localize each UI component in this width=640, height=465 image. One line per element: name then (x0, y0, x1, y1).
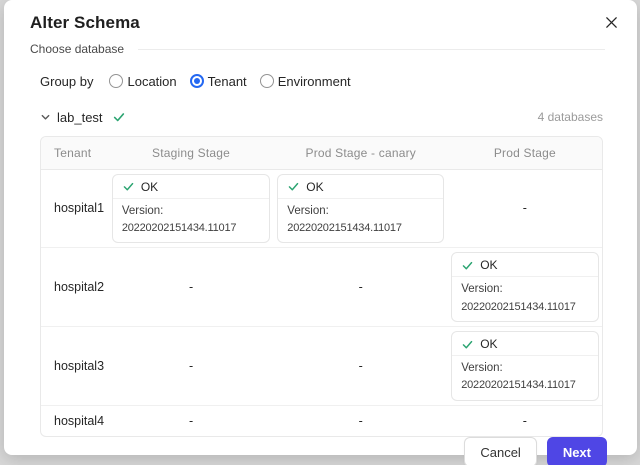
status-card: OK Version: 20220202151434.11017 (112, 174, 270, 244)
version-label: Version: (461, 360, 589, 377)
radio-location-label: Location (127, 74, 176, 89)
status-card: OK Version: 20220202151434.11017 (451, 252, 598, 322)
column-header-staging: Staging Stage (108, 137, 273, 169)
status-card: OK Version: 20220202151434.11017 (277, 174, 444, 244)
status-card-body: Version: 20220202151434.11017 (113, 199, 269, 243)
alter-schema-modal: Alter Schema Choose database Group by Lo… (4, 0, 637, 455)
status-card-header: OK (452, 332, 597, 356)
table-row-hospital1: hospital1 OK Version: 20220202151434.110… (41, 169, 602, 248)
column-header-prod: Prod Stage (448, 137, 602, 169)
staging-cell: - (108, 327, 273, 406)
close-icon (604, 15, 619, 30)
tenant-cell: hospital1 (41, 169, 108, 248)
modal-footer: Cancel Next (4, 437, 637, 465)
prod-canary-cell: - (274, 248, 448, 327)
check-icon (461, 259, 474, 272)
database-group-name: lab_test (57, 110, 103, 125)
modal-header: Alter Schema Choose database (4, 0, 637, 56)
close-button[interactable] (599, 10, 623, 34)
status-card-header: OK (452, 253, 597, 277)
tenant-cell: hospital4 (41, 405, 108, 436)
radio-environment-label: Environment (278, 74, 351, 89)
version-value: 20220202151434.11017 (122, 220, 261, 237)
radio-tenant-icon[interactable] (190, 74, 204, 88)
staging-cell: OK Version: 20220202151434.11017 (108, 169, 273, 248)
group-check-icon (112, 110, 126, 124)
status-card-header: OK (113, 175, 269, 199)
table-row-hospital2: hospital2 - - OK Version: (41, 248, 602, 327)
status-card-header: OK (278, 175, 443, 199)
table-row-hospital3: hospital3 - - OK Version: (41, 327, 602, 406)
column-header-tenant: Tenant (41, 137, 108, 169)
tenant-cell: hospital2 (41, 248, 108, 327)
check-icon (122, 180, 135, 193)
schema-table: Tenant Staging Stage Prod Stage - canary… (40, 136, 603, 437)
prod-cell: OK Version: 20220202151434.11017 (448, 248, 602, 327)
modal-content: Group by Location Tenant Environment lab… (4, 56, 637, 437)
status-card: OK Version: 20220202151434.11017 (451, 331, 598, 401)
radio-environment-icon[interactable] (260, 74, 274, 88)
version-value: 20220202151434.11017 (461, 377, 589, 394)
prod-cell: - (448, 405, 602, 436)
status-card-body: Version: 20220202151434.11017 (278, 199, 443, 243)
version-label: Version: (287, 203, 435, 220)
radio-tenant-label: Tenant (208, 74, 247, 89)
check-icon (287, 180, 300, 193)
database-group-row: lab_test 4 databases (40, 106, 603, 128)
radio-option-location[interactable]: Location (109, 74, 176, 89)
modal-subtitle: Choose database (30, 42, 124, 56)
version-label: Version: (461, 281, 589, 298)
status-label: OK (480, 258, 497, 272)
subtitle-divider (138, 49, 605, 50)
table-header-row: Tenant Staging Stage Prod Stage - canary… (41, 137, 602, 169)
prod-cell: OK Version: 20220202151434.11017 (448, 327, 602, 406)
radio-option-environment[interactable]: Environment (260, 74, 351, 89)
status-card-body: Version: 20220202151434.11017 (452, 356, 597, 400)
radio-option-tenant[interactable]: Tenant (190, 74, 247, 89)
cancel-button[interactable]: Cancel (464, 437, 536, 465)
column-header-prod-canary: Prod Stage - canary (274, 137, 448, 169)
version-label: Version: (122, 203, 261, 220)
group-by-label: Group by (40, 74, 93, 89)
prod-canary-cell: - (274, 405, 448, 436)
chevron-down-icon (40, 112, 51, 123)
database-count-label: 4 databases (538, 110, 603, 124)
prod-canary-cell: OK Version: 20220202151434.11017 (274, 169, 448, 248)
prod-cell: - (448, 169, 602, 248)
subtitle-row: Choose database (30, 42, 611, 56)
prod-canary-cell: - (274, 327, 448, 406)
status-label: OK (306, 180, 323, 194)
staging-cell: - (108, 248, 273, 327)
status-label: OK (480, 337, 497, 351)
status-label: OK (141, 180, 158, 194)
table-row-hospital4: hospital4 - - - (41, 405, 602, 436)
group-by-row: Group by Location Tenant Environment (40, 70, 603, 92)
status-card-body: Version: 20220202151434.11017 (452, 277, 597, 321)
modal-title: Alter Schema (30, 13, 611, 33)
version-value: 20220202151434.11017 (287, 220, 435, 237)
next-button[interactable]: Next (547, 437, 607, 465)
staging-cell: - (108, 405, 273, 436)
radio-location-icon[interactable] (109, 74, 123, 88)
check-icon (461, 338, 474, 351)
version-value: 20220202151434.11017 (461, 299, 589, 316)
tenant-cell: hospital3 (41, 327, 108, 406)
database-group-toggle[interactable]: lab_test (40, 110, 103, 125)
